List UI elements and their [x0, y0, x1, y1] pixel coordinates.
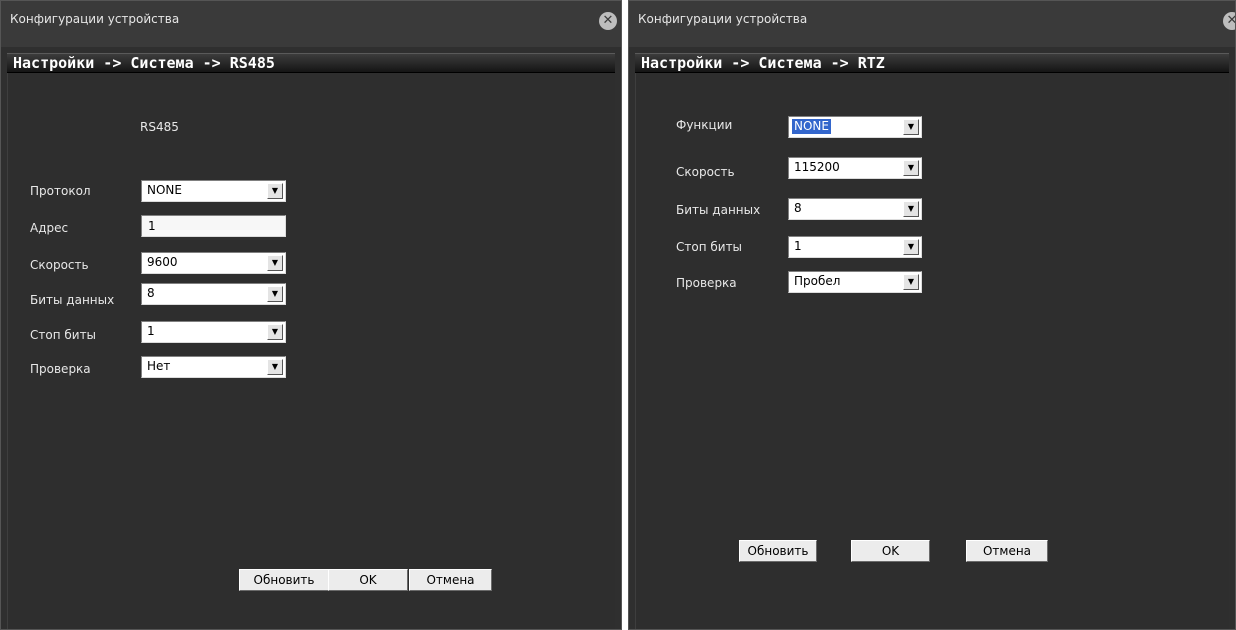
- speed-select[interactable]: 9600 ▼: [141, 252, 286, 274]
- data-bits-select[interactable]: 8 ▼: [788, 198, 922, 220]
- address-input[interactable]: 1: [141, 215, 286, 237]
- address-label: Адрес: [30, 221, 69, 235]
- parity-select[interactable]: Нет ▼: [141, 356, 286, 378]
- data-bits-label: Биты данных: [676, 203, 761, 217]
- window-titlebar: Конфигурации устройства ✕: [629, 1, 1235, 47]
- rtz-config-window: Конфигурации устройства ✕ Настройки -> С…: [628, 0, 1236, 630]
- data-bits-value: 8: [147, 286, 155, 300]
- breadcrumb-text: Настройки -> Система -> RTZ: [641, 54, 885, 72]
- speed-select[interactable]: 115200 ▼: [788, 157, 922, 179]
- window-title: Конфигурации устройства: [10, 12, 180, 26]
- close-icon[interactable]: ✕: [1223, 12, 1235, 30]
- chevron-down-icon[interactable]: ▼: [267, 359, 283, 375]
- stop-bits-label: Стоп биты: [676, 240, 743, 254]
- breadcrumb: Настройки -> Система -> RS485: [7, 53, 615, 73]
- window-titlebar: Конфигурации устройства ✕: [1, 1, 621, 47]
- speed-label: Скорость: [676, 165, 735, 179]
- close-icon[interactable]: ✕: [599, 12, 617, 30]
- cancel-button[interactable]: Отмена: [409, 569, 492, 591]
- chevron-down-icon[interactable]: ▼: [267, 286, 283, 302]
- stop-bits-value: 1: [147, 324, 155, 338]
- speed-label: Скорость: [30, 258, 89, 272]
- settings-form: Функции NONE ▼ Скорость 115200 ▼ Биты да…: [635, 73, 1229, 629]
- data-bits-label: Биты данных: [30, 293, 115, 307]
- cancel-button[interactable]: Отмена: [966, 540, 1048, 562]
- ok-button[interactable]: OK: [328, 569, 408, 591]
- parity-value: Пробел: [794, 274, 841, 288]
- chevron-down-icon[interactable]: ▼: [903, 119, 919, 135]
- speed-value: 9600: [147, 255, 178, 269]
- stop-bits-label: Стоп биты: [30, 328, 97, 342]
- function-select[interactable]: NONE ▼: [788, 116, 922, 138]
- parity-value: Нет: [147, 359, 171, 373]
- chevron-down-icon[interactable]: ▼: [267, 255, 283, 271]
- section-title: RS485: [140, 120, 179, 134]
- chevron-down-icon[interactable]: ▼: [903, 201, 919, 217]
- chevron-down-icon[interactable]: ▼: [903, 274, 919, 290]
- ok-button[interactable]: OK: [851, 540, 930, 562]
- data-bits-select[interactable]: 8 ▼: [141, 283, 286, 305]
- stop-bits-select[interactable]: 1 ▼: [141, 321, 286, 343]
- parity-select[interactable]: Пробел ▼: [788, 271, 922, 293]
- refresh-button[interactable]: Обновить: [739, 540, 817, 562]
- protocol-select[interactable]: NONE ▼: [141, 180, 286, 202]
- address-value: 1: [148, 219, 156, 233]
- chevron-down-icon[interactable]: ▼: [903, 160, 919, 176]
- function-label: Функции: [676, 118, 733, 132]
- data-bits-value: 8: [794, 201, 802, 215]
- function-value: NONE: [792, 119, 831, 134]
- stop-bits-select[interactable]: 1 ▼: [788, 236, 922, 258]
- protocol-value: NONE: [147, 183, 182, 197]
- parity-label: Проверка: [30, 362, 91, 376]
- window-title: Конфигурации устройства: [638, 12, 808, 26]
- breadcrumb-text: Настройки -> Система -> RS485: [13, 54, 275, 72]
- protocol-label: Протокол: [30, 184, 91, 198]
- chevron-down-icon[interactable]: ▼: [267, 183, 283, 199]
- stop-bits-value: 1: [794, 239, 802, 253]
- parity-label: Проверка: [676, 276, 737, 290]
- rs485-config-window: Конфигурации устройства ✕ Настройки -> С…: [0, 0, 622, 630]
- chevron-down-icon[interactable]: ▼: [267, 324, 283, 340]
- refresh-button[interactable]: Обновить: [239, 569, 329, 591]
- breadcrumb: Настройки -> Система -> RTZ: [635, 53, 1229, 73]
- chevron-down-icon[interactable]: ▼: [903, 239, 919, 255]
- settings-form: RS485 Протокол NONE ▼ Адрес 1 Скорость 9…: [7, 73, 615, 629]
- speed-value: 115200: [794, 160, 840, 174]
